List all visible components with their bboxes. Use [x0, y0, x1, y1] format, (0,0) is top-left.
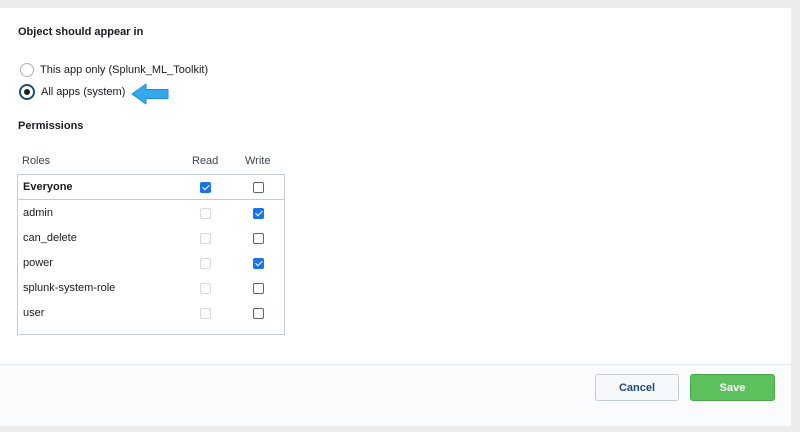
write-checkbox-admin[interactable] — [253, 208, 264, 219]
cancel-button[interactable]: Cancel — [595, 374, 679, 401]
read-checkbox-splunk-system-role — [200, 283, 211, 294]
write-checkbox-can-delete[interactable] — [253, 233, 264, 244]
radio-label-all-apps[interactable]: All apps (system) — [41, 86, 125, 98]
write-checkbox-splunk-system-role[interactable] — [253, 283, 264, 294]
read-checkbox-power — [200, 258, 211, 269]
permissions-table: Everyone admin can_delete power splunk-s — [17, 174, 285, 335]
radio-all-apps[interactable]: All apps (system) — [19, 84, 125, 100]
table-row-can-delete: can_delete — [18, 226, 284, 251]
dialog-body: Object should appear in This app only (S… — [0, 8, 791, 364]
role-name: power — [23, 257, 53, 269]
arrow-left-icon — [131, 83, 169, 105]
table-row-user: user — [18, 301, 284, 326]
radio-button-unselected[interactable] — [20, 63, 34, 77]
permissions-section-title: Permissions — [18, 120, 84, 132]
read-checkbox-user — [200, 308, 211, 319]
read-checkbox-everyone[interactable] — [200, 182, 211, 193]
write-checkbox-everyone[interactable] — [253, 182, 264, 193]
role-name: can_delete — [23, 232, 77, 244]
role-name: splunk-system-role — [23, 282, 116, 294]
radio-label-this-app[interactable]: This app only (Splunk_ML_Toolkit) — [40, 64, 208, 76]
table-row-everyone: Everyone — [18, 175, 284, 200]
radio-button-selected[interactable] — [19, 84, 35, 100]
write-checkbox-user[interactable] — [253, 308, 264, 319]
column-header-write: Write — [245, 155, 271, 167]
column-header-roles: Roles — [22, 155, 51, 167]
sharing-section-title: Object should appear in — [18, 26, 144, 38]
radio-this-app-only[interactable]: This app only (Splunk_ML_Toolkit) — [20, 62, 208, 78]
role-name: admin — [23, 207, 53, 219]
write-checkbox-power[interactable] — [253, 258, 264, 269]
permissions-dialog: Object should appear in This app only (S… — [0, 8, 791, 426]
table-row-admin: admin — [18, 201, 284, 226]
role-name: user — [23, 307, 45, 319]
table-row-splunk-system-role: splunk-system-role — [18, 276, 284, 301]
read-checkbox-can-delete — [200, 233, 211, 244]
column-header-read: Read — [192, 155, 219, 167]
save-button[interactable]: Save — [690, 374, 775, 401]
read-checkbox-admin — [200, 208, 211, 219]
role-name: Everyone — [23, 181, 73, 193]
table-row-power: power — [18, 251, 284, 276]
